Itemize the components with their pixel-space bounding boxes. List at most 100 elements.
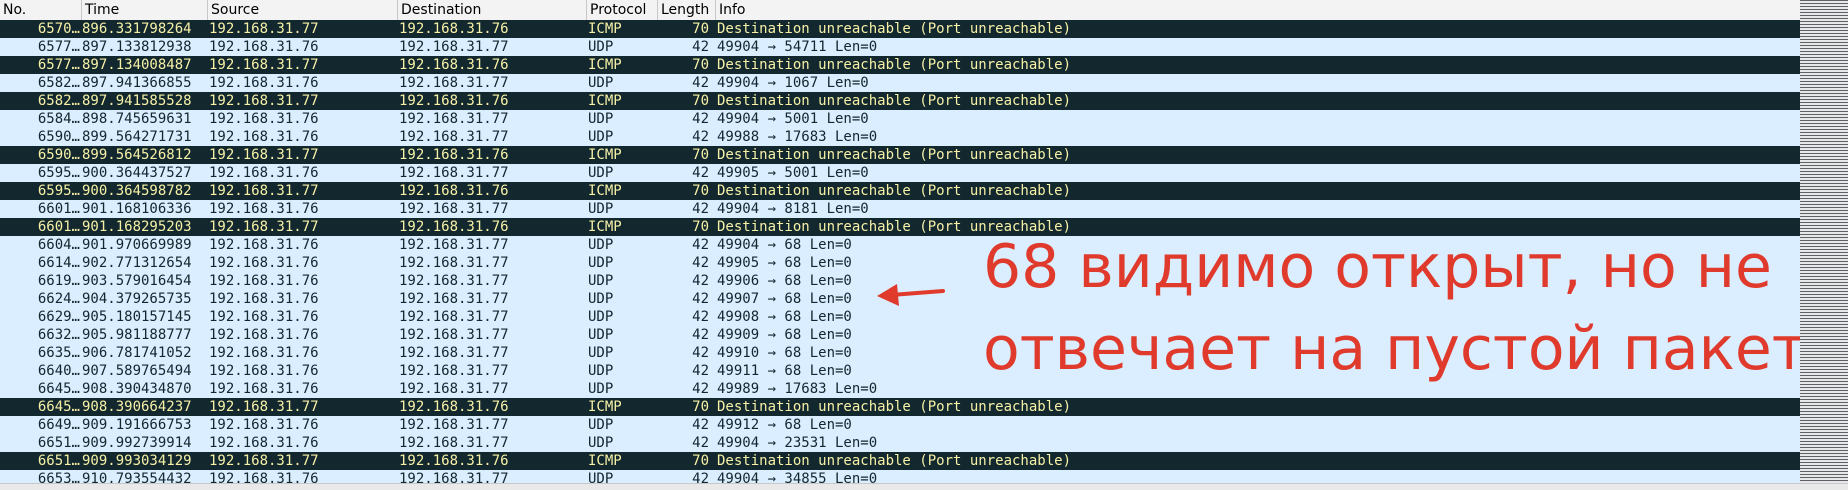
packet-time-cell: 897.941585528 xyxy=(82,93,192,109)
packet-time-cell: 896.331798264 xyxy=(82,21,192,37)
packet-no-cell: 6601… xyxy=(37,201,80,217)
packet-info-cell: Destination unreachable (Port unreachabl… xyxy=(717,21,1072,37)
vertical-scrollbar[interactable] xyxy=(1800,0,1848,483)
packet-no-cell: 6595… xyxy=(37,165,80,181)
packet-time-cell: 897.941366855 xyxy=(82,75,192,91)
packet-destination-cell: 192.168.31.77 xyxy=(399,327,509,343)
packet-row[interactable]: 6595… 900.364598782 192.168.31.77 192.168.3… xyxy=(0,182,1800,200)
packet-time-cell: 905.180157145 xyxy=(82,309,192,325)
column-header-source[interactable]: Source xyxy=(208,0,398,20)
packet-protocol-cell: UDP xyxy=(588,363,614,379)
packet-length-cell: 42 xyxy=(692,417,709,433)
packet-destination-cell: 192.168.31.77 xyxy=(399,417,509,433)
packet-time-cell: 908.390434870 xyxy=(82,381,192,397)
packet-length-cell: 42 xyxy=(692,165,709,181)
packet-row[interactable]: 6651… 909.993034129 192.168.31.77 192.168.3… xyxy=(0,452,1800,470)
packet-source-cell: 192.168.31.77 xyxy=(209,219,319,235)
packet-length-cell: 42 xyxy=(692,75,709,91)
packet-row[interactable]: 6595… 900.364437527 192.168.31.76 192.168.3… xyxy=(0,164,1800,182)
packet-source-cell: 192.168.31.76 xyxy=(209,417,319,433)
packet-source-cell: 192.168.31.77 xyxy=(209,57,319,73)
packet-length-cell: 42 xyxy=(692,309,709,325)
packet-row[interactable]: 6601… 901.168106336 192.168.31.76 192.168.3… xyxy=(0,200,1800,218)
packet-source-cell: 192.168.31.76 xyxy=(209,273,319,289)
packet-info-cell: Destination unreachable (Port unreachabl… xyxy=(717,399,1072,415)
packet-length-cell: 42 xyxy=(692,471,709,483)
column-header-destination[interactable]: Destination xyxy=(398,0,587,20)
packet-row[interactable]: 6570… 896.331798264 192.168.31.77 192.168.3… xyxy=(0,20,1800,38)
packet-no-cell: 6590… xyxy=(37,147,80,163)
packet-no-cell: 6577… xyxy=(37,39,80,55)
packet-row[interactable]: 6653… 910.793554432 192.168.31.76 192.168.3… xyxy=(0,470,1800,483)
packet-row[interactable]: 6577… 897.133812938 192.168.31.76 192.168.3… xyxy=(0,38,1800,56)
packet-info-cell: 49905 → 5001 Len=0 xyxy=(717,165,869,181)
packet-destination-cell: 192.168.31.77 xyxy=(399,111,509,127)
packet-time-cell: 899.564526812 xyxy=(82,147,192,163)
packet-time-cell: 909.191666753 xyxy=(82,417,192,433)
annotation-text: 68 видимо открыт, но не отвечает на пуст… xyxy=(983,226,1807,390)
packet-source-cell: 192.168.31.76 xyxy=(209,291,319,307)
packet-protocol-cell: UDP xyxy=(588,111,614,127)
packet-source-cell: 192.168.31.76 xyxy=(209,255,319,271)
packet-destination-cell: 192.168.31.77 xyxy=(399,75,509,91)
packet-row[interactable]: 6584… 898.745659631 192.168.31.76 192.168.3… xyxy=(0,110,1800,128)
packet-length-cell: 42 xyxy=(692,363,709,379)
packet-protocol-cell: ICMP xyxy=(588,219,622,235)
packet-protocol-cell: ICMP xyxy=(588,93,622,109)
column-header-bar: No. Time Source Destination Protocol Len… xyxy=(0,0,1800,21)
packet-row[interactable]: 6590… 899.564526812 192.168.31.77 192.168.3… xyxy=(0,146,1800,164)
column-header-time[interactable]: Time xyxy=(82,0,208,20)
packet-row[interactable]: 6582… 897.941366855 192.168.31.76 192.168.3… xyxy=(0,74,1800,92)
packet-protocol-cell: UDP xyxy=(588,327,614,343)
packet-time-cell: 907.589765494 xyxy=(82,363,192,379)
packet-length-cell: 42 xyxy=(692,237,709,253)
packet-destination-cell: 192.168.31.77 xyxy=(399,471,509,483)
scrollbar-thumb[interactable] xyxy=(1800,0,1848,483)
column-header-no[interactable]: No. xyxy=(0,0,82,20)
packet-no-cell: 6614… xyxy=(37,255,80,271)
packet-source-cell: 192.168.31.76 xyxy=(209,111,319,127)
packet-row[interactable]: 6651… 909.992739914 192.168.31.76 192.168.3… xyxy=(0,434,1800,452)
packet-row[interactable]: 6577… 897.134008487 192.168.31.77 192.168.3… xyxy=(0,56,1800,74)
packet-destination-cell: 192.168.31.77 xyxy=(399,273,509,289)
packet-info-cell: Destination unreachable (Port unreachabl… xyxy=(717,183,1072,199)
column-header-protocol[interactable]: Protocol xyxy=(587,0,658,20)
packet-protocol-cell: UDP xyxy=(588,381,614,397)
packet-destination-cell: 192.168.31.77 xyxy=(399,237,509,253)
packet-destination-cell: 192.168.31.77 xyxy=(399,201,509,217)
packet-no-cell: 6604… xyxy=(37,237,80,253)
packet-source-cell: 192.168.31.77 xyxy=(209,93,319,109)
packet-source-cell: 192.168.31.77 xyxy=(209,399,319,415)
packet-destination-cell: 192.168.31.76 xyxy=(399,453,509,469)
packet-destination-cell: 192.168.31.76 xyxy=(399,147,509,163)
packet-protocol-cell: UDP xyxy=(588,237,614,253)
packet-info-cell: 49904 → 8181 Len=0 xyxy=(717,201,869,217)
packet-time-cell: 908.390664237 xyxy=(82,399,192,415)
packet-row[interactable]: 6582… 897.941585528 192.168.31.77 192.168.3… xyxy=(0,92,1800,110)
packet-no-cell: 6645… xyxy=(37,399,80,415)
packet-protocol-cell: ICMP xyxy=(588,399,622,415)
packet-time-cell: 897.134008487 xyxy=(82,57,192,73)
packet-source-cell: 192.168.31.76 xyxy=(209,129,319,145)
packet-no-cell: 6651… xyxy=(37,435,80,451)
packet-destination-cell: 192.168.31.77 xyxy=(399,381,509,397)
packet-no-cell: 6584… xyxy=(37,111,80,127)
packet-length-cell: 70 xyxy=(692,219,709,235)
packet-no-cell: 6590… xyxy=(37,129,80,145)
packet-length-cell: 42 xyxy=(692,129,709,145)
packet-row[interactable]: 6590… 899.564271731 192.168.31.76 192.168.3… xyxy=(0,128,1800,146)
packet-info-cell: 49988 → 17683 Len=0 xyxy=(717,129,878,145)
packet-time-cell: 904.379265735 xyxy=(82,291,192,307)
packet-source-cell: 192.168.31.76 xyxy=(209,75,319,91)
column-header-length[interactable]: Length xyxy=(658,0,716,20)
packet-info-cell: Destination unreachable (Port unreachabl… xyxy=(717,57,1072,73)
packet-time-cell: 901.168106336 xyxy=(82,201,192,217)
column-header-info[interactable]: Info xyxy=(716,0,1800,20)
packet-info-cell: 49912 → 68 Len=0 xyxy=(717,417,852,433)
packet-info-cell: Destination unreachable (Port unreachabl… xyxy=(717,93,1072,109)
packet-row[interactable]: 6645… 908.390664237 192.168.31.77 192.168.3… xyxy=(0,398,1800,416)
packet-source-cell: 192.168.31.76 xyxy=(209,345,319,361)
packet-source-cell: 192.168.31.77 xyxy=(209,21,319,37)
packet-row[interactable]: 6649… 909.191666753 192.168.31.76 192.168.3… xyxy=(0,416,1800,434)
packet-source-cell: 192.168.31.76 xyxy=(209,381,319,397)
